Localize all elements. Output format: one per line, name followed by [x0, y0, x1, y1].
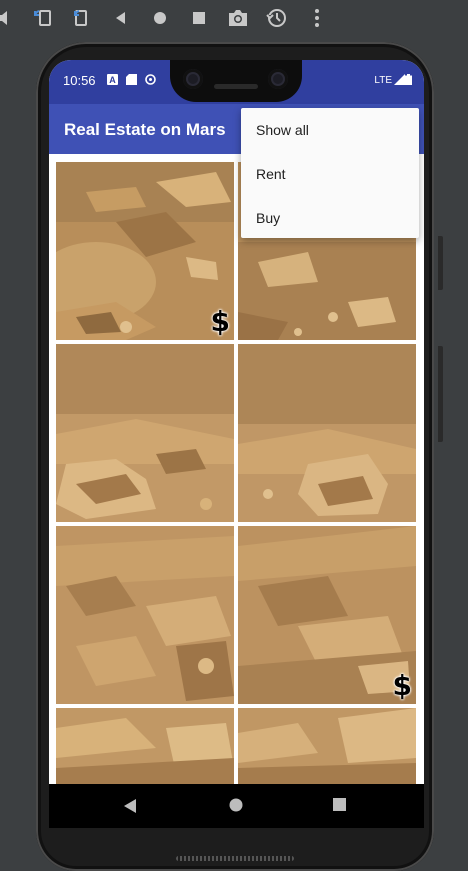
rotate-right-icon[interactable]: [70, 5, 96, 31]
buy-badge: $: [210, 305, 230, 338]
earpiece: [214, 84, 258, 89]
sync-icon: [145, 74, 156, 85]
menu-item-label: Show all: [256, 122, 309, 138]
mars-property-tile[interactable]: $: [238, 526, 416, 704]
phone-screen: 10:56 A LTE Real Estate on Mars $ $ Show…: [49, 60, 424, 828]
svg-text:A: A: [109, 75, 116, 85]
mars-property-tile[interactable]: [56, 526, 234, 704]
front-sensor: [268, 69, 288, 89]
page-title: Real Estate on Mars: [64, 120, 226, 139]
sd-card-icon: [126, 74, 137, 85]
mars-property-tile[interactable]: [238, 708, 416, 784]
menu-item-rent[interactable]: Rent: [241, 152, 419, 196]
volume-icon[interactable]: [0, 5, 18, 31]
screenshot-icon[interactable]: [225, 5, 251, 31]
menu-item-label: Buy: [256, 210, 281, 226]
filter-overflow-menu: Show all Rent Buy: [241, 108, 419, 238]
camera-notch: [170, 60, 302, 102]
mars-property-tile[interactable]: $: [56, 162, 234, 340]
snapshot-restore-icon[interactable]: [264, 5, 290, 31]
back-icon[interactable]: [108, 5, 134, 31]
rotate-left-icon[interactable]: [30, 5, 56, 31]
system-nav-bar: [49, 784, 424, 828]
mars-property-tile[interactable]: [56, 344, 234, 522]
nav-recents-icon[interactable]: [333, 798, 346, 811]
nav-back-icon[interactable]: [123, 798, 137, 814]
menu-item-buy[interactable]: Buy: [241, 196, 419, 240]
mars-property-tile[interactable]: [238, 344, 416, 522]
overview-icon[interactable]: [186, 5, 212, 31]
power-side-button[interactable]: [438, 346, 443, 442]
mars-property-tile[interactable]: [56, 708, 234, 784]
nav-home-icon[interactable]: [229, 798, 243, 812]
speaker-grill: [176, 856, 294, 861]
battery-icon: [405, 74, 412, 85]
status-time: 10:56: [63, 73, 96, 88]
menu-item-label: Rent: [256, 166, 286, 182]
home-icon[interactable]: [147, 5, 173, 31]
more-icon[interactable]: [304, 5, 330, 31]
front-camera: [183, 69, 203, 89]
a-notification-icon: A: [107, 74, 118, 85]
network-type: LTE: [374, 75, 392, 86]
emulator-toolbar: [0, 0, 468, 36]
signal-icon: [394, 74, 405, 85]
buy-badge: $: [392, 669, 412, 702]
menu-item-show-all[interactable]: Show all: [241, 108, 419, 152]
volume-side-button[interactable]: [438, 236, 443, 290]
